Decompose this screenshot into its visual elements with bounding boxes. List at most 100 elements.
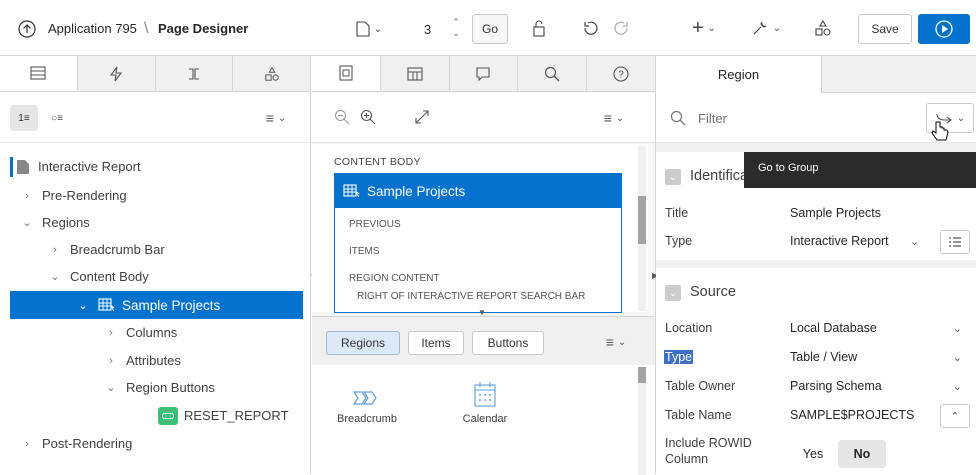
tree-node-label: Regions <box>42 215 90 230</box>
tab-processing[interactable] <box>156 56 234 91</box>
search-icon <box>670 110 686 126</box>
tree-node-label: Attributes <box>126 353 181 368</box>
tree-node-region-buttons[interactable]: ⌄ Region Buttons <box>106 374 215 401</box>
tab-help[interactable]: ? <box>587 56 655 91</box>
tree-node-reset-report[interactable]: RESET_REPORT <box>158 402 289 429</box>
view-by-component-icon[interactable]: 1≡ <box>10 105 38 131</box>
expand-icon[interactable] <box>412 107 432 127</box>
go-button[interactable]: Go <box>472 14 508 44</box>
gallery-tab-regions[interactable]: Regions <box>326 331 400 355</box>
tree-node-sample-projects[interactable]: ⌄ Sample Projects <box>10 291 303 319</box>
zoom-out-icon[interactable] <box>332 107 352 127</box>
tree-node-content-body[interactable]: ⌄ Content Body <box>50 263 148 290</box>
chevron-right-icon: › <box>53 243 57 256</box>
shared-components-icon[interactable] <box>812 17 834 39</box>
page-number-input[interactable]: 3 <box>424 22 431 37</box>
chevron-down-icon: ⌄ <box>78 299 88 312</box>
tree-node-pre-rendering[interactable]: › Pre-Rendering <box>22 182 126 209</box>
tree-node-columns[interactable]: › Columns <box>106 319 177 346</box>
table-name-value[interactable]: SAMPLE$PROJECTS <box>790 408 914 422</box>
chevron-down-icon: ⌄ <box>452 28 460 38</box>
page-stepper[interactable]: ⌃ ⌄ <box>448 12 464 44</box>
rowid-label-line1: Include ROWID <box>665 436 752 450</box>
chevron-right-icon: › <box>109 326 113 339</box>
type-list-button[interactable] <box>940 230 970 254</box>
redo-icon[interactable] <box>610 17 632 39</box>
gallery-scrollbar[interactable] <box>638 367 646 475</box>
chevron-down-icon[interactable]: ⌄ <box>910 235 919 248</box>
tree-menu-button[interactable]: ≡ ⌄ <box>256 107 296 129</box>
middle-pane-tabs: ? <box>312 56 655 92</box>
collapse-icon[interactable]: ⌄ <box>665 285 681 301</box>
zoom-in-icon[interactable] <box>358 107 378 127</box>
button-icon <box>158 406 178 425</box>
speech-bubble-icon <box>476 66 491 81</box>
title-value[interactable]: Sample Projects <box>790 206 881 220</box>
table-owner-value[interactable]: Parsing Schema <box>790 379 882 393</box>
tree-node-label: Columns <box>126 325 178 340</box>
position-right-of-search-bar[interactable]: RIGHT OF INTERACTIVE REPORT SEARCH BAR <box>357 291 607 303</box>
save-button[interactable]: Save <box>858 14 912 44</box>
lock-icon[interactable] <box>528 17 550 39</box>
content-body-label: CONTENT BODY <box>334 156 421 168</box>
tab-layout[interactable] <box>312 56 381 91</box>
filter-input[interactable]: Filter <box>698 111 727 126</box>
tree-node-regions[interactable]: ⌄ Regions <box>22 209 90 236</box>
type-value[interactable]: Interactive Report <box>790 234 889 248</box>
gallery-tab-items[interactable]: Items <box>408 331 464 355</box>
tree-node-page[interactable]: Interactive Report <box>10 153 141 180</box>
tab-region[interactable]: Region <box>656 56 822 93</box>
gallery-tab-buttons[interactable]: Buttons <box>472 331 544 355</box>
chevron-up-icon: ⌃ <box>950 410 960 423</box>
region-sample-projects[interactable]: Sample Projects PREVIOUS ITEMS REGION CO… <box>334 173 622 313</box>
create-menu-button[interactable]: + ⌄ <box>684 17 724 39</box>
app-name-link[interactable]: Application 795 <box>48 21 137 36</box>
tab-shared-components[interactable] <box>233 56 310 91</box>
gallery-pane: Regions Items Buttons ≡ ⌄ Breadcrumb Cale… <box>312 316 655 475</box>
rowid-no-option[interactable]: No <box>838 440 886 468</box>
collapse-icon[interactable]: ⌄ <box>665 169 681 185</box>
source-heading[interactable]: Source <box>690 284 736 300</box>
undo-icon[interactable] <box>580 17 602 39</box>
page-designer-title: Page Designer <box>158 21 249 36</box>
utilities-menu-button[interactable]: ⌄ <box>744 17 788 39</box>
lightning-icon <box>110 66 123 81</box>
gallery-item-breadcrumb[interactable]: Breadcrumb <box>332 389 402 449</box>
property-table-owner: Table Owner Parsing Schema ⌄ <box>656 372 976 402</box>
type-value[interactable]: Table / View <box>790 350 857 364</box>
page-finder-button[interactable]: ⌄ <box>350 18 388 40</box>
chevron-down-icon[interactable]: ⌄ <box>953 380 962 393</box>
table-name-picker-button[interactable]: ⌃ <box>940 404 970 428</box>
left-pane-tabs <box>0 56 310 92</box>
run-page-button[interactable] <box>918 14 970 44</box>
chevron-down-icon: ⌄ <box>772 22 782 34</box>
region-header[interactable]: Sample Projects <box>335 174 621 208</box>
chevron-down-icon: ⌄ <box>277 112 287 124</box>
tab-messages[interactable] <box>450 56 519 91</box>
tab-component-view[interactable] <box>381 56 450 91</box>
svg-text:?: ? <box>618 69 624 80</box>
tree-node-attributes[interactable]: › Attributes <box>106 347 181 374</box>
position-items[interactable]: ITEMS <box>349 246 380 257</box>
tab-rendering[interactable] <box>0 56 78 91</box>
tab-dynamic-actions[interactable] <box>78 56 156 91</box>
layout-menu-button[interactable]: ≡ ⌄ <box>594 107 634 129</box>
gallery-item-calendar[interactable]: Calendar <box>450 381 520 449</box>
position-region-content[interactable]: REGION CONTENT <box>349 273 440 284</box>
property-editor-tabs: Region <box>656 56 976 93</box>
tab-search[interactable] <box>518 56 588 91</box>
app-home-icon[interactable] <box>18 20 36 38</box>
property-source-type: Type Table / View ⌄ <box>656 343 976 373</box>
search-icon <box>545 66 560 81</box>
rowid-yes-option[interactable]: Yes <box>790 440 836 468</box>
position-previous[interactable]: PREVIOUS <box>349 219 401 230</box>
tree-node-breadcrumb-bar[interactable]: › Breadcrumb Bar <box>50 236 165 263</box>
view-by-execution-icon[interactable]: ○≡ <box>44 105 70 131</box>
chevron-down-icon[interactable]: ⌄ <box>953 351 962 364</box>
tree-node-post-rendering[interactable]: › Post-Rendering <box>22 430 132 457</box>
layout-scrollbar[interactable] <box>638 146 646 311</box>
location-value[interactable]: Local Database <box>790 321 877 335</box>
rendering-tree-pane: 1≡ ○≡ ≡ ⌄ Interactive Report › Pre-Renderi… <box>0 56 311 474</box>
gallery-menu-button[interactable]: ≡ ⌄ <box>596 331 636 353</box>
chevron-down-icon[interactable]: ⌄ <box>953 322 962 335</box>
